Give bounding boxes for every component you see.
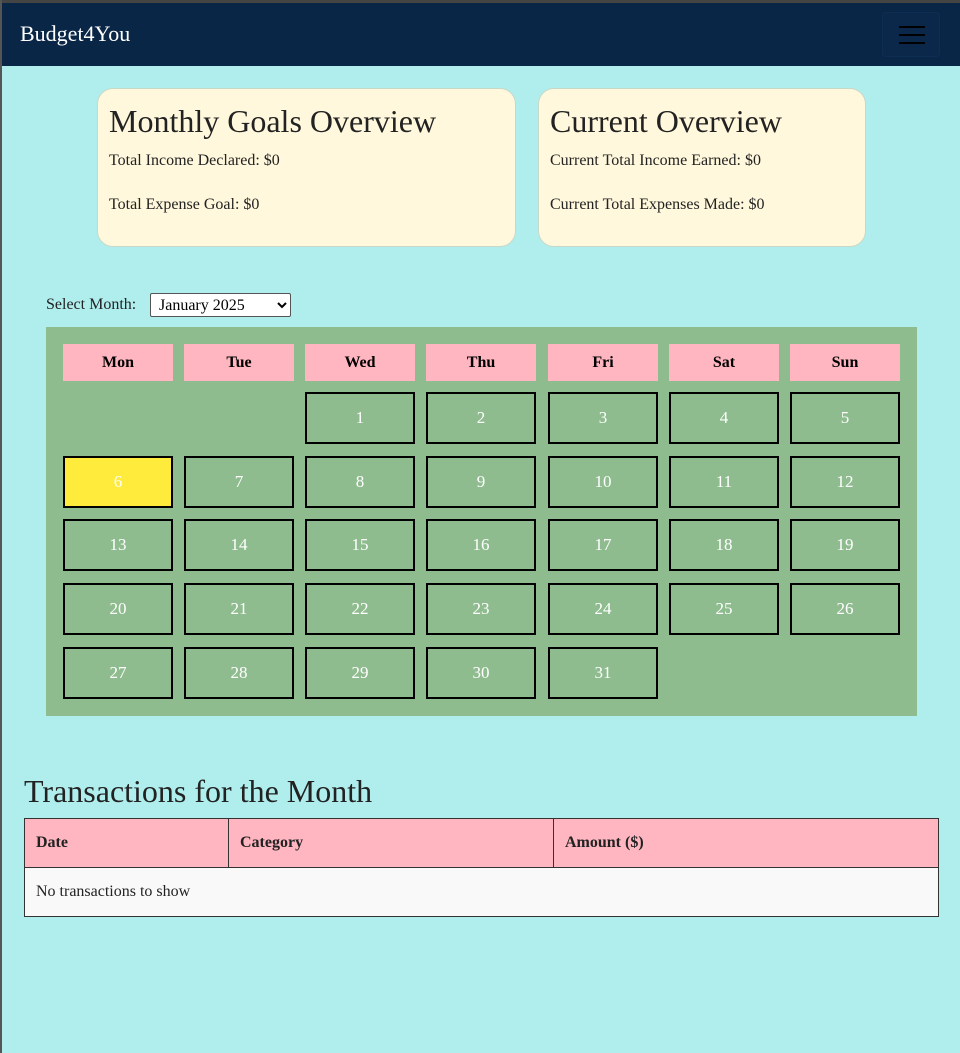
calendar-day[interactable]: 28 [184, 647, 294, 699]
total-expense-goal: Total Expense Goal: $0 [109, 196, 260, 213]
calendar-day[interactable]: 1 [305, 392, 415, 444]
transactions-title: Transactions for the Month [24, 773, 373, 809]
calendar-day[interactable]: 30 [426, 647, 536, 699]
calendar-day[interactable]: 11 [669, 456, 779, 508]
current-income-earned: Current Total Income Earned: $0 [550, 152, 761, 169]
column-header-category: Category [228, 818, 554, 868]
calendar-day[interactable]: 14 [184, 519, 294, 571]
calendar-day[interactable]: 13 [63, 519, 173, 571]
calendar-day[interactable]: 19 [790, 519, 900, 571]
menu-toggle-button[interactable] [882, 12, 940, 57]
calendar-day[interactable]: 2 [426, 392, 536, 444]
calendar-day-today[interactable]: 6 [63, 456, 173, 508]
total-income-declared: Total Income Declared: $0 [109, 152, 280, 169]
calendar-day[interactable]: 25 [669, 583, 779, 635]
monthly-goals-title: Monthly Goals Overview [109, 103, 437, 139]
monthly-goals-card: Monthly Goals Overview Total Income Decl… [97, 88, 516, 247]
calendar-day[interactable]: 12 [790, 456, 900, 508]
transactions-table: Date Category Amount ($) No transactions… [24, 818, 939, 917]
brand-logo-text[interactable]: Budget4You [20, 20, 130, 48]
calendar-day[interactable]: 29 [305, 647, 415, 699]
column-header-amount: Amount ($) [553, 818, 939, 868]
calendar-day[interactable]: 20 [63, 583, 173, 635]
calendar-day[interactable]: 9 [426, 456, 536, 508]
table-row: No transactions to show [24, 867, 939, 917]
select-month-label: Select Month: [46, 296, 137, 313]
calendar-day[interactable]: 16 [426, 519, 536, 571]
calendar-day[interactable]: 21 [184, 583, 294, 635]
month-select[interactable]: January 2025 [150, 293, 291, 317]
navbar: Budget4You [2, 3, 960, 66]
weekday-header-mon: Mon [63, 344, 173, 381]
calendar-day[interactable]: 4 [669, 392, 779, 444]
current-overview-title: Current Overview [550, 103, 782, 139]
calendar-day[interactable]: 3 [548, 392, 658, 444]
calendar-day[interactable]: 24 [548, 583, 658, 635]
current-expenses-made: Current Total Expenses Made: $0 [550, 196, 765, 213]
calendar-day[interactable]: 31 [548, 647, 658, 699]
calendar-day[interactable]: 8 [305, 456, 415, 508]
calendar-grid: Mon Tue Wed Thu Fri Sat Sun 1 2 3 4 5 6 7 8 9 10 11 12 13 14… [46, 327, 917, 716]
weekday-header-tue: Tue [184, 344, 294, 381]
calendar-day[interactable]: 22 [305, 583, 415, 635]
table-header-row: Date Category Amount ($) [24, 818, 939, 868]
calendar-day[interactable]: 7 [184, 456, 294, 508]
calendar-day[interactable]: 26 [790, 583, 900, 635]
window-left-edge [0, 0, 2, 1053]
empty-transactions-message: No transactions to show [24, 867, 939, 917]
weekday-header-wed: Wed [305, 344, 415, 381]
calendar-day[interactable]: 10 [548, 456, 658, 508]
column-header-date: Date [24, 818, 229, 868]
current-overview-card: Current Overview Current Total Income Ea… [538, 88, 866, 247]
weekday-header-fri: Fri [548, 344, 658, 381]
calendar-day[interactable]: 27 [63, 647, 173, 699]
calendar-day[interactable]: 23 [426, 583, 536, 635]
calendar-day[interactable]: 17 [548, 519, 658, 571]
calendar-day[interactable]: 15 [305, 519, 415, 571]
weekday-header-thu: Thu [426, 344, 536, 381]
calendar-day[interactable]: 5 [790, 392, 900, 444]
calendar-day[interactable]: 18 [669, 519, 779, 571]
weekday-header-sun: Sun [790, 344, 900, 381]
weekday-header-sat: Sat [669, 344, 779, 381]
